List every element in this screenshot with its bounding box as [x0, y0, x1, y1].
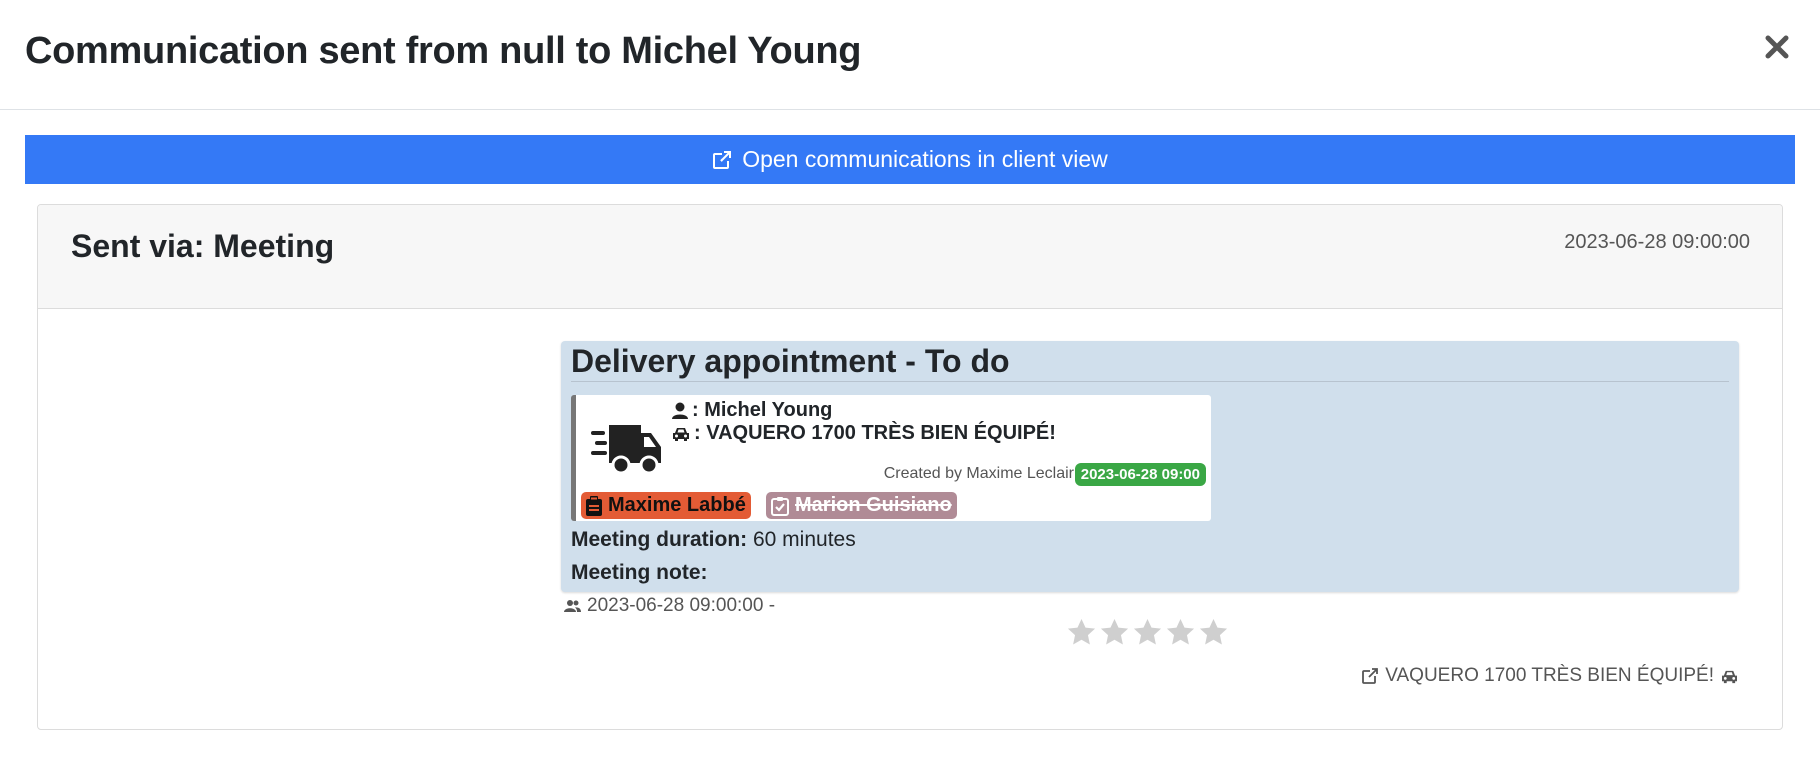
sent-via-title: Sent via: Meeting: [71, 228, 335, 264]
vehicle-link[interactable]: VAQUERO 1700 TRÈS BIEN ÉQUIPÉ!: [1362, 665, 1738, 687]
card-header: Sent via: Meeting 2023-06-28 09:00:00: [38, 205, 1782, 309]
vehicle-line: : VAQUERO 1700 TRÈS BIEN ÉQUIPÉ!: [672, 422, 1056, 445]
meeting-duration-label: Meeting duration:: [571, 528, 748, 551]
assignee-primary-name: Maxime Labbé: [608, 494, 746, 516]
task-divider: [571, 381, 1729, 382]
car-icon: [1722, 670, 1737, 683]
assignee-secondary-name: Marion Guisiano: [795, 494, 952, 516]
communication-card: Sent via: Meeting 2023-06-28 09:00:00 De…: [37, 204, 1783, 730]
meeting-duration: Meeting duration: 60 minutes: [571, 528, 856, 552]
star-icon[interactable]: [1066, 617, 1097, 648]
star-icon[interactable]: [1132, 617, 1163, 648]
external-link-icon: [713, 150, 732, 169]
users-icon: [564, 600, 581, 612]
user-icon: [672, 402, 688, 419]
task-box: Delivery appointment - To do : Michel Yo…: [561, 341, 1739, 592]
vehicle-link-label: VAQUERO 1700 TRÈS BIEN ÉQUIPÉ!: [1385, 665, 1714, 686]
open-client-view-button[interactable]: Open communications in client view: [25, 135, 1795, 184]
modal-title: Communication sent from null to Michel Y…: [25, 30, 862, 72]
created-date-badge: 2023-06-28 09:00: [1074, 463, 1206, 486]
created-by: Created by Maxime Leclair: [883, 465, 1074, 482]
assignee-badge-primary[interactable]: Maxime Labbé: [581, 492, 751, 519]
close-icon: [1765, 35, 1789, 59]
meeting-note-label: Meeting note:: [571, 561, 708, 584]
meeting-timestamp: 2023-06-28 09:00:00 -: [587, 595, 776, 616]
client-line: : Michel Young: [672, 399, 832, 422]
meeting-footer: 2023-06-28 09:00:00 -: [564, 595, 775, 617]
external-link-icon: [1362, 668, 1379, 684]
car-icon: [673, 427, 689, 441]
checkbox-icon: [771, 496, 789, 516]
sent-date: 2023-06-28 09:00:00: [1564, 231, 1750, 253]
clipboard-icon: [586, 495, 602, 516]
open-client-view-label: Open communications in client view: [742, 146, 1108, 172]
vehicle-name: : VAQUERO 1700 TRÈS BIEN ÉQUIPÉ!: [694, 422, 1056, 444]
close-button[interactable]: [1762, 28, 1792, 64]
assignee-badge-secondary[interactable]: Marion Guisiano: [766, 492, 957, 519]
meeting-note: Meeting note:: [571, 561, 708, 585]
star-icon[interactable]: [1198, 617, 1229, 648]
client-name: : Michel Young: [692, 399, 833, 421]
meeting-duration-value: 60 minutes: [747, 528, 856, 551]
star-icon[interactable]: [1165, 617, 1196, 648]
truck-icon: [591, 425, 661, 475]
star-icon[interactable]: [1099, 617, 1130, 648]
task-title: Delivery appointment - To do: [571, 343, 1010, 379]
modal-header: Communication sent from null to Michel Y…: [0, 0, 1820, 110]
task-detail-card[interactable]: : Michel Young : VAQUERO 1700 TRÈS BIEN …: [571, 395, 1211, 521]
rating-stars[interactable]: [1066, 617, 1229, 648]
